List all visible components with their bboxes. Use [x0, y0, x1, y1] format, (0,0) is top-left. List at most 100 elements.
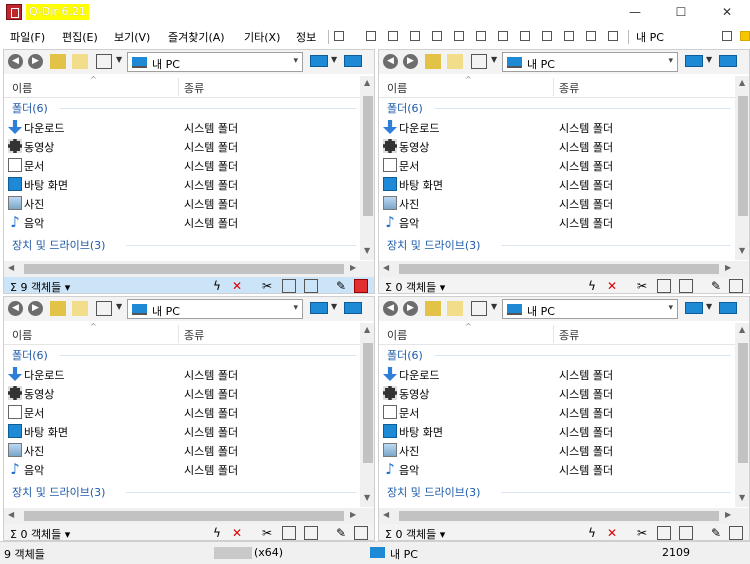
layout-4-icon[interactable] — [432, 31, 442, 41]
layout-6-icon[interactable] — [476, 31, 486, 41]
list-item[interactable]: 동영상 시스템 폴더 — [379, 384, 735, 403]
monitor-dropdown-icon[interactable]: ▼ — [706, 302, 712, 311]
group-folders[interactable]: 폴더(6) — [12, 347, 48, 363]
scroll-up-icon[interactable]: ▲ — [364, 78, 370, 87]
list-item[interactable]: 문서 시스템 폴더 — [379, 403, 735, 422]
menu-file[interactable]: 파일(F) — [10, 29, 45, 45]
menu-view[interactable]: 보기(V) — [114, 29, 150, 45]
column-separator[interactable] — [553, 78, 554, 96]
copy-icon[interactable] — [282, 526, 296, 540]
scroll-thumb[interactable] — [399, 511, 719, 521]
list-item[interactable]: 문서 시스템 폴더 — [4, 156, 360, 175]
list-item[interactable]: 사진 시스템 폴더 — [379, 194, 735, 213]
horizontal-scrollbar[interactable]: ◀ ▶ — [379, 261, 749, 277]
group-folders[interactable]: 폴더(6) — [12, 100, 48, 116]
group-drives[interactable]: 장치 및 드라이브(3) — [12, 484, 105, 500]
object-count[interactable]: Σ 9 객체들 ▾ — [10, 279, 70, 293]
list-item[interactable]: ♪ 음악 시스템 폴더 — [4, 460, 360, 479]
scroll-down-icon[interactable]: ▼ — [364, 493, 370, 502]
list-item[interactable]: 다운로드 시스템 폴더 — [379, 118, 735, 137]
maximize-button[interactable]: ☐ — [658, 0, 704, 24]
list-item[interactable]: 바탕 화면 시스템 폴더 — [379, 175, 735, 194]
layout-11-icon[interactable] — [586, 31, 596, 41]
column-name[interactable]: 이름 — [12, 327, 32, 343]
list-item[interactable]: 사진 시스템 폴더 — [4, 441, 360, 460]
pane-select-icon[interactable] — [354, 279, 368, 293]
monitor-icon[interactable] — [310, 302, 328, 314]
layout-5-icon[interactable] — [454, 31, 464, 41]
scroll-up-icon[interactable]: ▲ — [364, 325, 370, 334]
address-bar[interactable]: 내 PC ▾ — [502, 52, 678, 72]
pane-select-icon[interactable] — [729, 526, 743, 540]
scroll-thumb[interactable] — [399, 264, 719, 274]
monitor-dropdown-icon[interactable]: ▼ — [331, 302, 337, 311]
chevron-down-icon[interactable]: ▾ — [668, 303, 673, 313]
monitor-icon[interactable] — [685, 55, 703, 67]
list-item[interactable]: 동영상 시스템 폴더 — [4, 137, 360, 156]
menu-extra[interactable]: 기타(X) — [244, 29, 280, 45]
lightning-icon[interactable]: ϟ — [210, 279, 224, 293]
back-button[interactable]: ◀ — [8, 301, 23, 316]
back-button[interactable]: ◀ — [383, 301, 398, 316]
rename-icon[interactable]: ✎ — [709, 279, 723, 293]
cut-icon[interactable]: ✂ — [635, 279, 649, 293]
scroll-thumb[interactable] — [738, 96, 748, 216]
toolbar-location[interactable]: 내 PC — [636, 29, 664, 45]
close-button[interactable]: ✕ — [704, 0, 750, 24]
scroll-thumb[interactable] — [24, 264, 344, 274]
folder-up-icon[interactable] — [425, 54, 441, 69]
monitor-dropdown-icon[interactable]: ▼ — [331, 55, 337, 64]
monitor-icon[interactable] — [310, 55, 328, 67]
address-bar[interactable]: 내 PC ▾ — [502, 299, 678, 319]
column-name[interactable]: 이름 — [387, 327, 407, 343]
column-type[interactable]: 종류 — [559, 327, 579, 343]
delete-icon[interactable]: ✕ — [230, 526, 244, 540]
column-separator[interactable] — [553, 325, 554, 343]
scroll-thumb[interactable] — [24, 511, 344, 521]
forward-button[interactable]: ▶ — [403, 301, 418, 316]
scroll-left-icon[interactable]: ◀ — [8, 510, 14, 519]
layout-2-icon[interactable] — [388, 31, 398, 41]
scroll-down-icon[interactable]: ▼ — [364, 246, 370, 255]
list-item[interactable]: ♪ 음악 시스템 폴더 — [379, 460, 735, 479]
pane-select-icon[interactable] — [729, 279, 743, 293]
monitor-icon[interactable] — [719, 302, 737, 314]
monitor-icon[interactable] — [344, 302, 362, 314]
lightning-icon[interactable]: ϟ — [585, 279, 599, 293]
forward-button[interactable]: ▶ — [28, 301, 43, 316]
folder-open-icon[interactable] — [72, 54, 88, 69]
column-separator[interactable] — [178, 78, 179, 96]
list-item[interactable]: ♪ 음악 시스템 폴더 — [379, 213, 735, 232]
scroll-thumb[interactable] — [363, 343, 373, 463]
scroll-right-icon[interactable]: ▶ — [350, 510, 356, 519]
rename-icon[interactable]: ✎ — [709, 526, 723, 540]
delete-icon[interactable]: ✕ — [230, 279, 244, 293]
monitor-dropdown-icon[interactable]: ▼ — [706, 55, 712, 64]
cut-icon[interactable]: ✂ — [260, 526, 274, 540]
folder-up-icon[interactable] — [50, 54, 66, 69]
back-button[interactable]: ◀ — [383, 54, 398, 69]
scroll-down-icon[interactable]: ▼ — [739, 493, 745, 502]
paste-icon[interactable] — [679, 279, 693, 293]
scroll-left-icon[interactable]: ◀ — [383, 263, 389, 272]
menu-edit[interactable]: 편집(E) — [62, 29, 98, 45]
paste-icon[interactable] — [679, 526, 693, 540]
rename-icon[interactable]: ✎ — [334, 526, 348, 540]
list-item[interactable]: 다운로드 시스템 폴더 — [379, 365, 735, 384]
cut-icon[interactable]: ✂ — [260, 279, 274, 293]
view-mode-icon[interactable] — [471, 301, 487, 316]
delete-icon[interactable]: ✕ — [605, 279, 619, 293]
folder-up-icon[interactable] — [425, 301, 441, 316]
lightning-icon[interactable]: ϟ — [585, 526, 599, 540]
vertical-scrollbar[interactable]: ▲ ▼ — [735, 323, 749, 507]
view-mode-icon[interactable] — [96, 54, 112, 69]
group-folders[interactable]: 폴더(6) — [387, 347, 423, 363]
column-type[interactable]: 종류 — [184, 80, 204, 96]
layout-3-icon[interactable] — [410, 31, 420, 41]
menu-info[interactable]: 정보 — [296, 29, 316, 45]
forward-button[interactable]: ▶ — [28, 54, 43, 69]
layout-12-icon[interactable] — [608, 31, 618, 41]
layout-7-icon[interactable] — [498, 31, 508, 41]
view-mode-icon[interactable] — [471, 54, 487, 69]
address-bar[interactable]: 내 PC ▾ — [127, 52, 303, 72]
